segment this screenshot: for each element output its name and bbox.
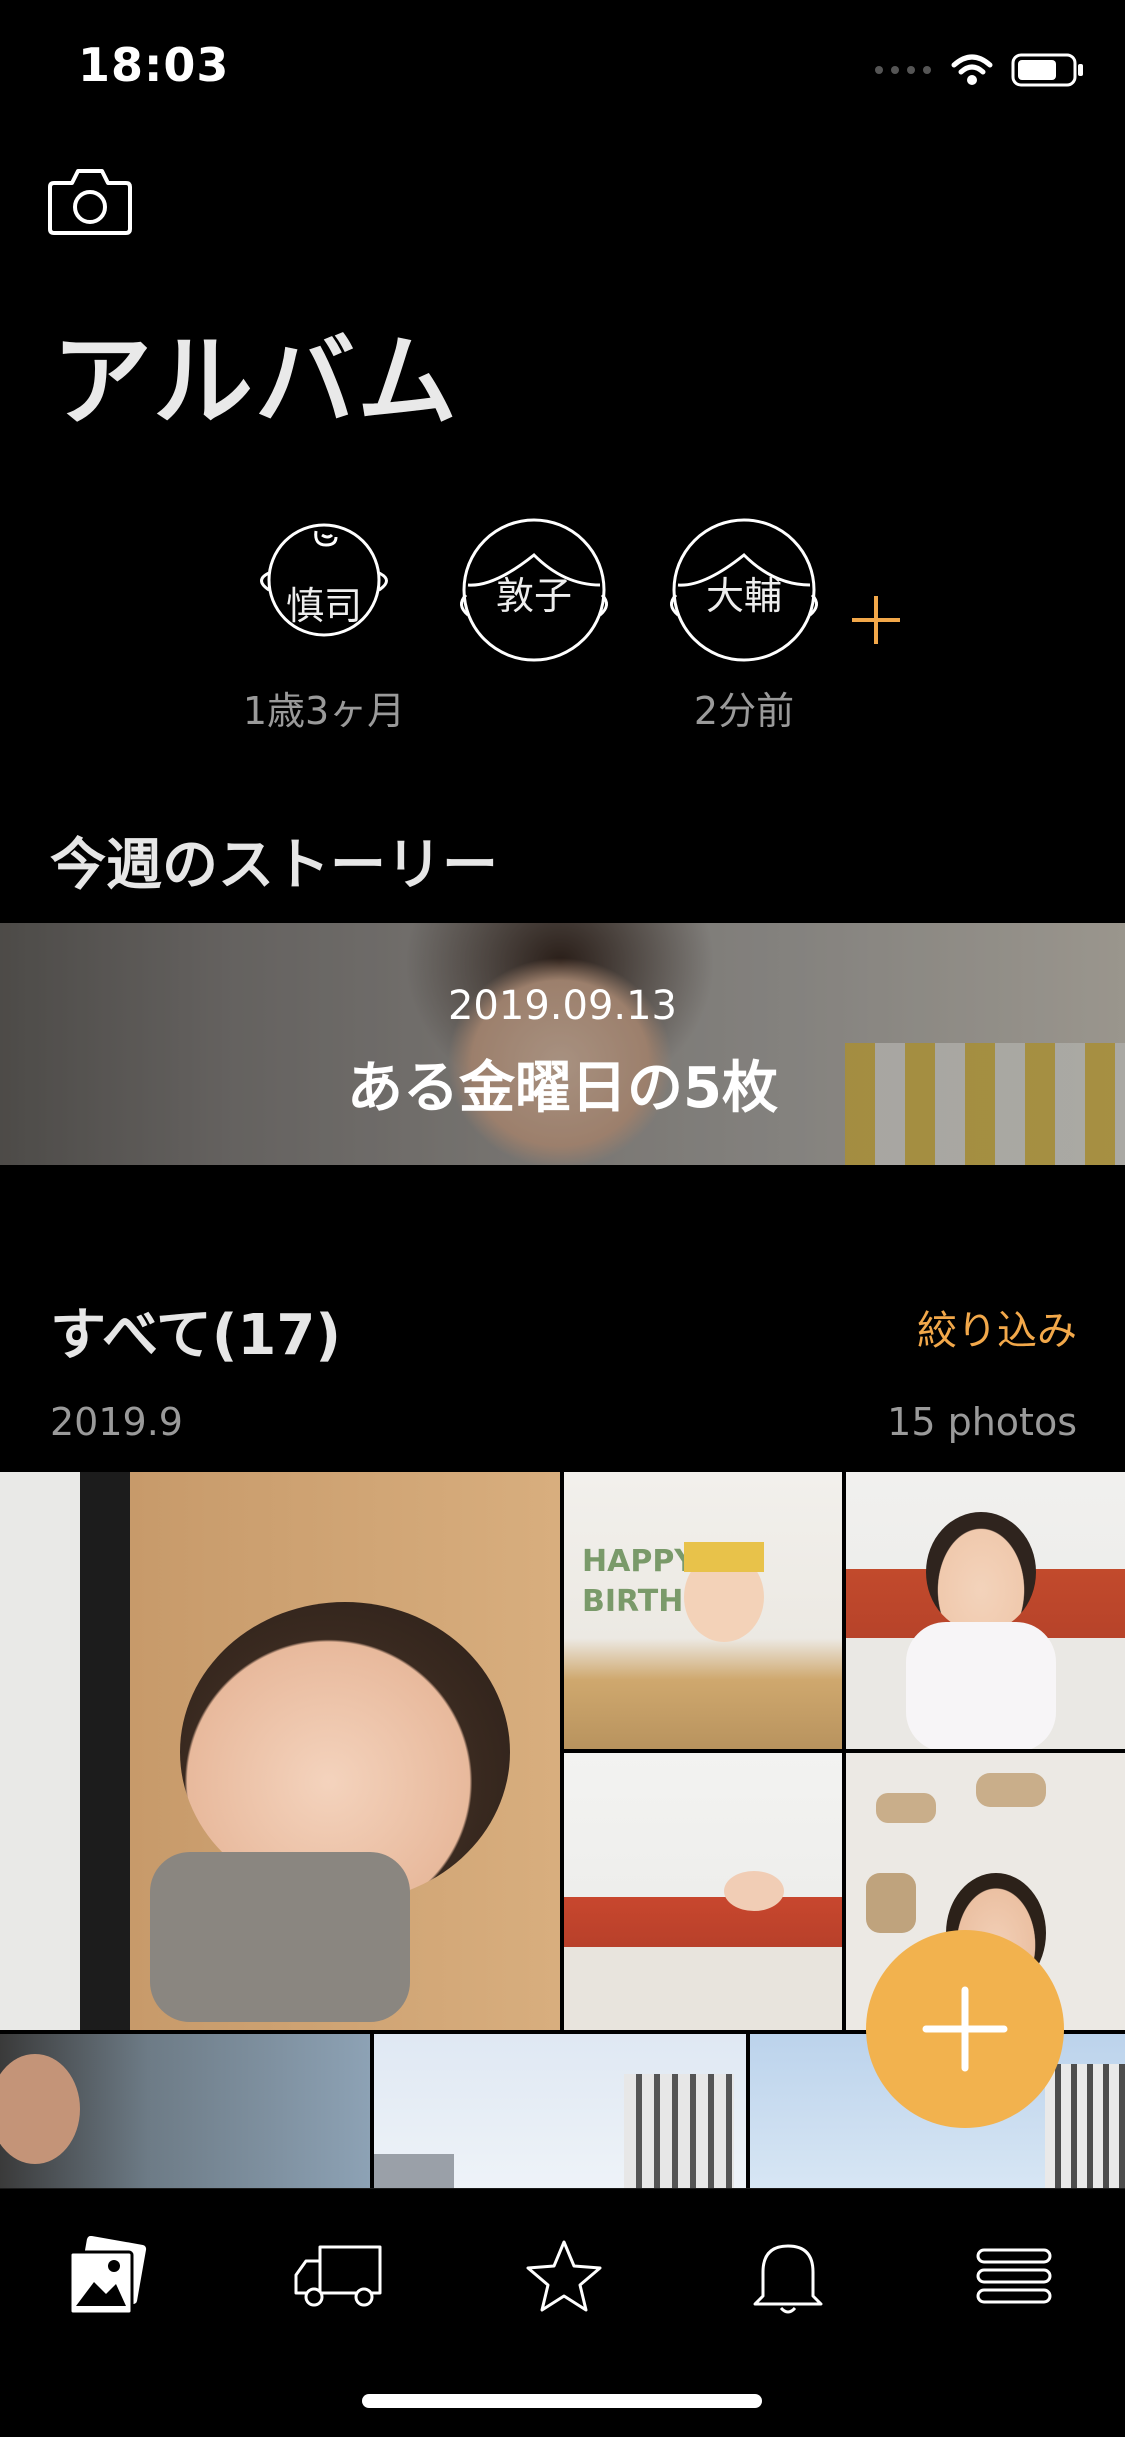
story-date: 2019.09.13 <box>447 983 678 1029</box>
photo-thumbnail[interactable]: HAPPY BIRTH <box>564 1472 842 1749</box>
photo-thumbnail[interactable] <box>0 1472 560 2030</box>
menu-icon <box>976 2248 1052 2304</box>
photo-subject-shirt <box>906 1622 1056 1749</box>
story-title: ある金曜日の5枚 <box>347 1056 778 1121</box>
status-time: 18:03 <box>78 38 230 92</box>
photo-thumbnail[interactable] <box>564 1753 842 2030</box>
tab-delivery[interactable] <box>288 2231 388 2321</box>
photo-subject <box>926 1512 1036 1632</box>
story-section-title: 今週のストーリー <box>50 833 498 898</box>
photo-building <box>624 2074 734 2188</box>
kid-avatar-daisuke[interactable]: 大輔 2分前 <box>664 515 824 733</box>
photo-toy <box>976 1773 1046 1807</box>
bell-icon <box>753 2244 823 2314</box>
kid-name: 慎司 <box>285 584 362 628</box>
photo-count: 15 photos <box>887 1400 1077 1444</box>
photos-icon <box>68 2236 147 2316</box>
kid-avatar-shinji[interactable]: 慎司 1歳3ヶ月 <box>243 515 405 733</box>
kid-name: 敦子 <box>495 574 572 618</box>
tab-menu[interactable] <box>964 2231 1064 2321</box>
tab-notifications[interactable] <box>738 2231 838 2321</box>
photo-building <box>374 2154 454 2188</box>
photo-subject <box>724 1871 784 1911</box>
photo-thumbnail[interactable] <box>374 2034 746 2188</box>
page-title: アルバム <box>52 323 459 440</box>
kid-name: 大輔 <box>705 574 782 618</box>
photo-subject-shirt <box>150 1852 410 2022</box>
plus-icon <box>922 1986 1008 2072</box>
tab-album[interactable] <box>56 2231 156 2321</box>
battery-icon <box>1011 53 1083 87</box>
all-section-title: すべて(17) <box>50 1303 341 1368</box>
birthday-banner-text: HAPPY BIRTH <box>582 1544 697 1619</box>
home-indicator <box>362 2394 762 2408</box>
wifi-icon <box>951 54 993 85</box>
add-kid-button[interactable] <box>848 592 904 648</box>
star-icon <box>526 2240 602 2312</box>
camera-button[interactable] <box>48 165 132 235</box>
tab-favorites[interactable] <box>514 2231 614 2321</box>
photo-thumbnail[interactable] <box>0 2034 370 2188</box>
filter-button[interactable]: 絞り込み <box>917 1298 1077 1356</box>
photo-thumbnail[interactable] <box>846 1472 1125 1749</box>
signal-icon <box>875 66 931 74</box>
photo-subject <box>0 2054 80 2164</box>
kid-age: 1歳3ヶ月 <box>242 689 406 733</box>
add-photo-button[interactable] <box>866 1930 1064 2128</box>
camera-icon <box>48 169 132 235</box>
month-label: 2019.9 <box>50 1400 183 1444</box>
photo-toy <box>866 1873 916 1933</box>
kid-age: 2分前 <box>693 689 795 733</box>
photo-hat <box>684 1542 764 1572</box>
photo-building <box>1045 2064 1125 2188</box>
plus-icon <box>852 596 900 644</box>
status-indicators <box>873 50 1085 90</box>
story-card[interactable]: 2019.09.13 ある金曜日の5枚 <box>0 923 1125 1165</box>
kid-avatar-atsuko[interactable]: 敦子 <box>454 515 614 665</box>
truck-icon <box>294 2245 382 2307</box>
photo-toy <box>876 1793 936 1823</box>
